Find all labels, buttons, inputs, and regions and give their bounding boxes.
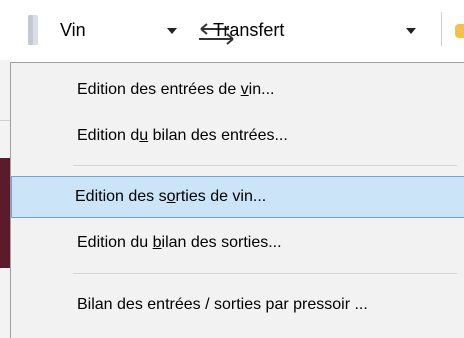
wine-dropdown-menu: Edition des entrées de vin... Edition du… bbox=[10, 62, 464, 338]
background-image-fragment bbox=[0, 158, 10, 268]
wine-dropdown-label: Vin bbox=[60, 20, 86, 40]
wine-bottle-icon bbox=[28, 15, 38, 45]
chevron-down-icon bbox=[406, 28, 416, 34]
background-divider bbox=[0, 120, 10, 121]
menu-item-edition-sorties[interactable]: Edition des sorties de vin... bbox=[11, 176, 464, 218]
menu-item-bilan-sorties[interactable]: Edition du bilan des sorties... bbox=[13, 222, 461, 264]
menu-item-bilan-entrees[interactable]: Edition du bilan des entrées... bbox=[13, 115, 461, 157]
chevron-down-icon bbox=[167, 28, 177, 34]
menu-separator bbox=[73, 273, 457, 274]
toolbar-separator bbox=[441, 12, 442, 46]
toolbar-edge-icon[interactable] bbox=[455, 24, 464, 38]
toolbar: Vin Transfert bbox=[0, 0, 464, 60]
menu-separator bbox=[73, 165, 457, 166]
menu-item-edition-entrees[interactable]: Edition des entrées de vin... bbox=[13, 69, 461, 111]
transfer-dropdown-label: Transfert bbox=[213, 20, 285, 40]
menu-item-bilan-pressoir[interactable]: Bilan des entrées / sorties par pressoir… bbox=[13, 284, 461, 326]
